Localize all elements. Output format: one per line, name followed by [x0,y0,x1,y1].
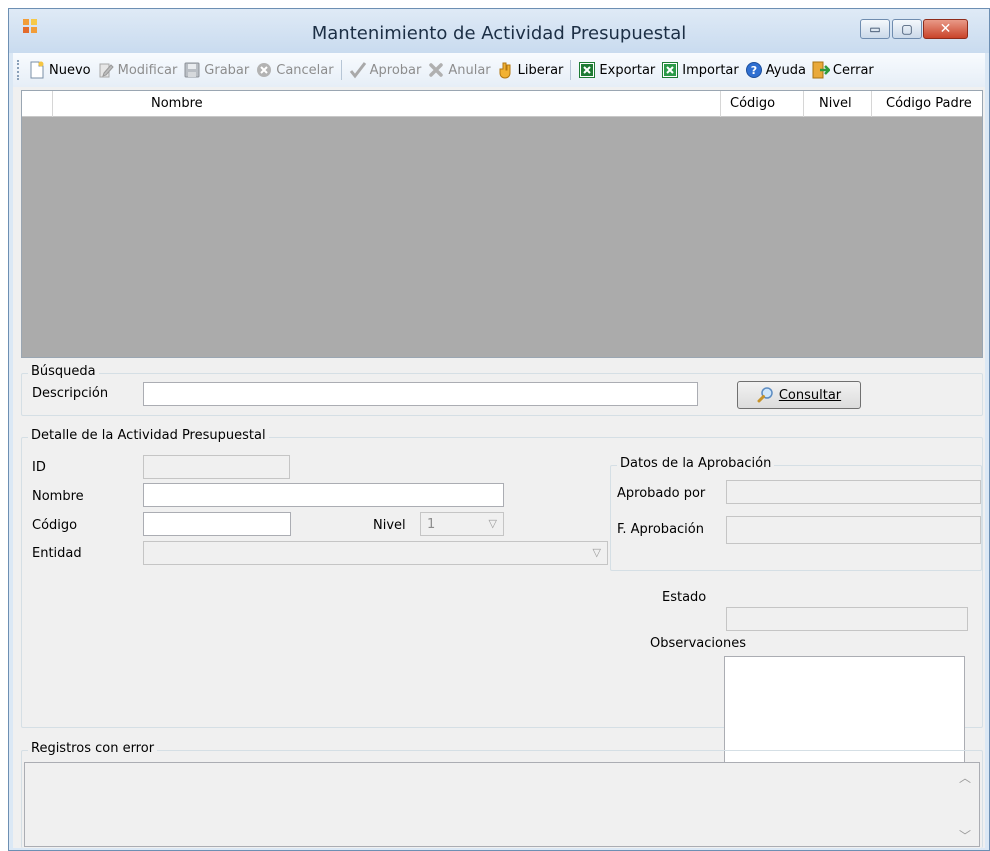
exit-button[interactable]: Cerrar [809,57,877,83]
level-value: 1 [427,517,436,532]
minimize-icon: ▭ [869,22,881,36]
cancel-icon [255,61,273,79]
magnifier-icon [757,386,775,404]
cancel-button[interactable]: Cancelar [252,57,336,83]
void-icon [427,61,445,79]
help-icon: ? [745,61,763,79]
errors-textbox[interactable]: ︿ ﹀ [24,762,980,847]
svg-text:?: ? [751,64,757,77]
consult-label: Consultar [778,387,842,403]
entity-label: Entidad [32,546,82,561]
scroll-up-icon[interactable]: ︿ [959,769,971,786]
cancel-label: Cancelar [276,62,334,78]
approval-group: Datos de la Aprobación Aprobado por F. A… [610,456,982,571]
approval-date-input[interactable] [727,517,980,543]
minimize-button[interactable]: ▭ [860,19,890,39]
approve-label: Aprobar [369,62,422,78]
id-input[interactable] [144,456,289,478]
name-label: Nombre [32,489,84,504]
name-field[interactable] [143,483,504,507]
approval-legend: Datos de la Aprobación [617,456,775,471]
maximize-icon: ▢ [901,22,913,36]
code-field[interactable] [143,512,291,536]
excel-import-icon [661,61,679,79]
edit-button[interactable]: Modificar [94,57,181,83]
name-input[interactable] [144,484,503,506]
export-label: Exportar [599,62,656,78]
window-title: Mantenimiento de Actividad Presupuestal [311,23,687,44]
exit-label: Cerrar [832,62,874,78]
toolbar-separator [570,60,572,80]
activities-grid[interactable]: Nombre Código Nivel Código Padre [21,90,983,358]
approved-by-label: Aprobado por [617,486,706,501]
observations-label: Observaciones [650,636,746,651]
approved-by-field[interactable] [726,480,981,504]
release-label: Liberar [517,62,564,78]
approve-button[interactable]: Aprobar [346,57,425,83]
grid-header: Nombre Código Nivel Código Padre [22,91,982,117]
save-label: Grabar [204,62,250,78]
new-document-icon [28,61,46,79]
form-client-area: Nuevo Modificar Grabar Cancelar Aprobar … [13,53,985,848]
exit-icon [812,61,830,79]
import-label: Importar [682,62,739,78]
code-input[interactable] [144,513,290,535]
row-header-column[interactable] [22,91,53,117]
code-label: Código [32,518,78,533]
description-label: Descripción [32,386,109,401]
release-button[interactable]: Liberar [494,57,567,83]
errors-legend: Registros con error [28,741,158,756]
column-header-parent-code[interactable]: Código Padre [872,91,982,117]
toolbar-separator [340,60,342,80]
detail-group: Detalle de la Actividad Presupuestal ID … [21,428,983,767]
maximize-button[interactable]: ▢ [892,19,922,39]
export-button[interactable]: Exportar [575,57,658,83]
close-icon: ✕ [939,21,952,37]
save-button[interactable]: Grabar [180,57,252,83]
errors-group: Registros con error ︿ ﹀ [21,741,983,848]
level-select[interactable]: 1 ▽ [420,512,504,536]
help-label: Ayuda [765,62,806,78]
description-input[interactable] [143,382,698,406]
id-field[interactable] [143,455,290,479]
status-label: Estado [662,590,707,605]
column-header-code[interactable]: Código [721,91,804,117]
column-header-name[interactable]: Nombre [53,91,721,117]
entity-select[interactable]: ▽ [143,541,608,565]
chevron-down-icon: ▽ [488,517,497,530]
void-label: Anular [448,62,491,78]
title-bar[interactable]: Mantenimiento de Actividad Presupuestal … [9,9,989,53]
new-label: Nuevo [49,62,91,78]
help-button[interactable]: ? Ayuda [742,57,809,83]
description-input-box[interactable] [144,383,697,405]
approval-date-label: F. Aprobación [617,522,704,537]
excel-export-icon [578,61,596,79]
edit-label: Modificar [117,62,178,78]
column-header-level[interactable]: Nivel [804,91,872,117]
toolbar-grip[interactable] [17,60,21,80]
level-label: Nivel [373,518,406,533]
void-button[interactable]: Anular [424,57,493,83]
save-icon [183,61,201,79]
check-icon [349,61,367,79]
approval-date-field[interactable] [726,516,981,544]
detail-legend: Detalle de la Actividad Presupuestal [28,428,269,443]
approved-by-input[interactable] [727,481,980,503]
chevron-down-icon: ▽ [592,546,601,559]
release-hand-icon [497,61,515,79]
new-button[interactable]: Nuevo [25,57,94,83]
main-window: Mantenimiento de Actividad Presupuestal … [8,8,990,851]
search-legend: Búsqueda [28,364,99,379]
search-group: Búsqueda Descripción Consultar [21,364,983,416]
toolbar: Nuevo Modificar Grabar Cancelar Aprobar … [13,53,985,87]
import-button[interactable]: Importar [658,57,741,83]
status-input[interactable] [727,608,967,630]
scroll-down-icon[interactable]: ﹀ [959,827,971,844]
id-label: ID [32,460,46,475]
close-button[interactable]: ✕ [923,19,968,39]
edit-icon [97,61,115,79]
status-field[interactable] [726,607,968,631]
consult-button[interactable]: Consultar [737,381,861,409]
